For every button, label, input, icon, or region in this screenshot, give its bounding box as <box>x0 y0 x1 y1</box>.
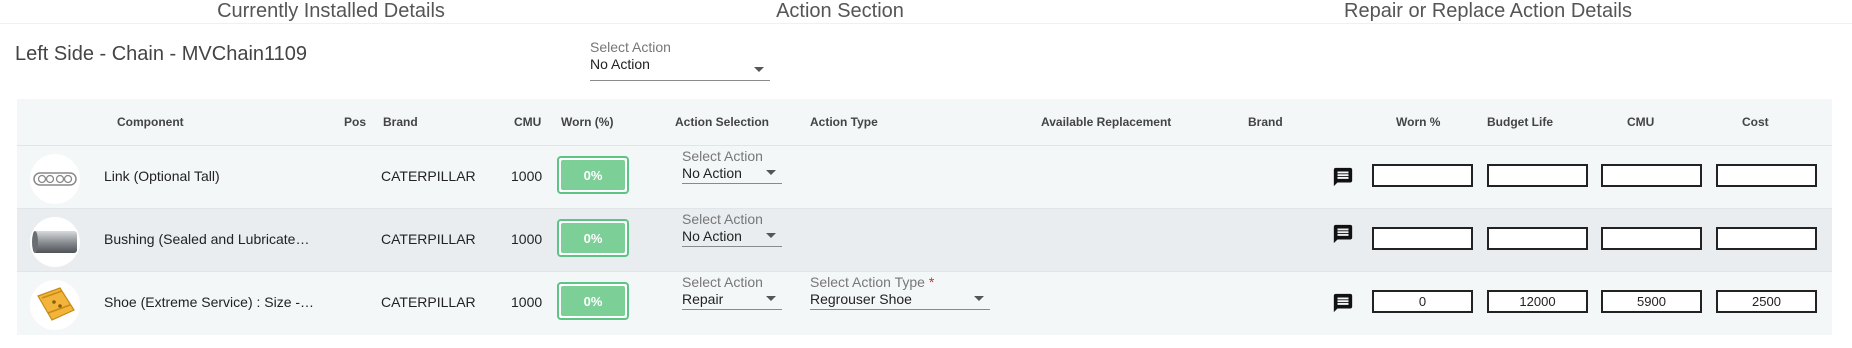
col-cost: Cost <box>1742 115 1769 129</box>
action-select-label: Select Action <box>682 148 763 164</box>
section-divider <box>0 23 1852 24</box>
table-row: Link (Optional Tall) CATERPILLAR 1000 0%… <box>17 145 1832 208</box>
col-brand: Brand <box>383 115 418 129</box>
top-action-select-value: No Action <box>590 56 650 72</box>
table-row: Shoe (Extreme Service) : Size -… CATERPI… <box>17 271 1832 334</box>
cost-input[interactable] <box>1716 164 1817 187</box>
col-worn: Worn (%) <box>561 115 614 129</box>
section-head-action: Action Section <box>776 0 904 22</box>
required-marker: * <box>928 274 935 290</box>
comment-icon[interactable] <box>1332 166 1354 188</box>
worn-badge[interactable]: 0% <box>557 282 629 320</box>
section-head-installed: Currently Installed Details <box>217 0 445 22</box>
action-select[interactable]: Select Action No Action <box>682 148 782 184</box>
worn-pct-input[interactable] <box>1372 227 1473 250</box>
chevron-down-icon <box>766 296 776 301</box>
col-action-type: Action Type <box>810 115 878 129</box>
col-component: Component <box>117 115 184 129</box>
col-available-replacement: Available Replacement <box>1041 115 1172 129</box>
component-name: Link (Optional Tall) <box>104 168 220 184</box>
component-brand: CATERPILLAR <box>381 294 476 310</box>
table-row: Bushing (Sealed and Lubricate… CATERPILL… <box>17 208 1832 271</box>
section-head-repair: Repair or Replace Action Details <box>1344 0 1632 22</box>
worn-pct-input[interactable] <box>1372 164 1473 187</box>
component-brand: CATERPILLAR <box>381 168 476 184</box>
worn-value: 0% <box>561 286 625 316</box>
col-cmu: CMU <box>514 115 542 129</box>
comment-icon[interactable] <box>1332 223 1354 245</box>
component-cmu: 1000 <box>511 294 543 310</box>
action-select-label: Select Action <box>682 211 763 227</box>
budget-life-input[interactable] <box>1487 227 1588 250</box>
action-type-value: Regrouser Shoe <box>810 291 912 307</box>
component-name: Bushing (Sealed and Lubricate… <box>104 231 310 247</box>
top-action-select[interactable]: Select Action No Action <box>590 39 770 81</box>
track-shoe-icon <box>30 280 80 330</box>
col-pos: Pos <box>344 115 367 129</box>
component-name: Shoe (Extreme Service) : Size -… <box>104 294 315 310</box>
chevron-down-icon <box>754 67 764 72</box>
component-cmu: 1000 <box>511 231 543 247</box>
cost-input[interactable]: 2500 <box>1716 290 1817 313</box>
action-select[interactable]: Select Action No Action <box>682 211 782 247</box>
action-type-label: Select Action Type * <box>810 274 990 290</box>
chevron-down-icon <box>974 296 984 301</box>
budget-life-input[interactable]: 12000 <box>1487 290 1588 313</box>
col-brand-2: Brand <box>1248 115 1283 129</box>
action-select[interactable]: Select Action Repair <box>682 274 782 310</box>
worn-badge[interactable]: 0% <box>557 219 629 257</box>
worn-value: 0% <box>561 223 625 253</box>
col-cmu-2: CMU <box>1627 115 1655 129</box>
action-type-label-text: Select Action Type <box>810 274 925 290</box>
budget-life-input[interactable] <box>1487 164 1588 187</box>
chain-link-icon <box>30 154 80 204</box>
cost-input[interactable] <box>1716 227 1817 250</box>
col-worn-pct: Worn % <box>1396 115 1441 129</box>
component-brand: CATERPILLAR <box>381 231 476 247</box>
cmu-input[interactable]: 5900 <box>1601 290 1702 313</box>
component-cmu: 1000 <box>511 168 543 184</box>
worn-badge[interactable]: 0% <box>557 156 629 194</box>
action-select-label: Select Action <box>682 274 763 290</box>
action-type-select[interactable]: Select Action Type * Regrouser Shoe <box>810 274 990 310</box>
top-action-select-label: Select Action <box>590 39 671 55</box>
cmu-input[interactable] <box>1601 164 1702 187</box>
chain-title: Left Side - Chain - MVChain1109 <box>15 43 308 65</box>
col-budget-life: Budget Life <box>1487 115 1553 129</box>
worn-pct-input[interactable]: 0 <box>1372 290 1473 313</box>
worn-value: 0% <box>561 160 625 190</box>
col-action-selection: Action Selection <box>675 115 770 129</box>
chevron-down-icon <box>766 170 776 175</box>
cmu-input[interactable] <box>1601 227 1702 250</box>
comment-icon[interactable] <box>1332 292 1354 314</box>
bushing-icon <box>30 217 80 267</box>
chevron-down-icon <box>766 233 776 238</box>
components-table: Component Pos Brand CMU Worn (%) Action … <box>17 99 1832 335</box>
